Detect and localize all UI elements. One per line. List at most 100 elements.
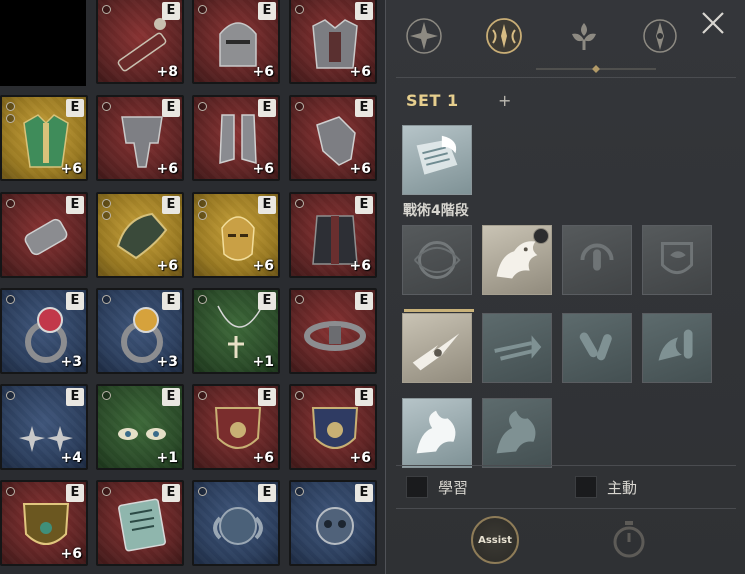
close-icon[interactable] — [698, 8, 728, 38]
socket-dot — [198, 487, 207, 496]
equipped-badge: E — [66, 99, 84, 117]
equipment-slot[interactable]: E — [96, 480, 184, 566]
skill-slot[interactable] — [482, 398, 552, 468]
equipped-badge: E — [355, 2, 373, 20]
equipment-slot[interactable]: E +1 — [96, 384, 184, 470]
inventory-grid: E +8 E +6 E +6 E +6 E +6 E +6 E +6 E E +6 E +6 E +6 E +3 E +3 E +1… — [0, 0, 385, 574]
socket-dot — [6, 114, 15, 123]
socket-dot — [198, 199, 207, 208]
equipped-badge: E — [162, 2, 180, 20]
skill-slot-selected[interactable] — [482, 225, 552, 295]
skill-slot-selected[interactable] — [402, 398, 472, 468]
equipment-slot[interactable]: E +6 — [0, 480, 88, 566]
socket-dot — [102, 295, 111, 304]
equipped-badge: E — [66, 292, 84, 310]
enhance-level: +3 — [156, 354, 178, 370]
enhance-level: +6 — [349, 64, 371, 80]
skill-slot[interactable] — [402, 225, 472, 295]
equipped-badge: E — [355, 196, 373, 214]
equipped-badge: E — [66, 388, 84, 406]
skill-slot[interactable] — [562, 313, 632, 383]
equipment-slot[interactable]: E — [192, 480, 280, 566]
equipped-badge: E — [258, 2, 276, 20]
equipment-slot[interactable]: E +6 — [96, 192, 184, 278]
socket-dot — [295, 487, 304, 496]
skill-slot[interactable] — [642, 225, 712, 295]
equipment-slot[interactable]: E +6 — [289, 0, 377, 84]
add-set-button[interactable]: + — [498, 91, 511, 110]
learn-label: 學習 — [438, 479, 469, 497]
equipment-slot[interactable]: E +3 — [0, 288, 88, 374]
equipment-slot[interactable]: E +6 — [192, 384, 280, 470]
assist-button[interactable]: Assist — [471, 516, 519, 564]
enhance-level: +6 — [349, 258, 371, 274]
skill-slot[interactable] — [482, 313, 552, 383]
scroll-dragon-icon — [416, 135, 458, 175]
socket-dot — [198, 211, 207, 220]
equipment-slot[interactable]: E — [289, 480, 377, 566]
socket-dot — [102, 5, 111, 14]
enhance-level: +4 — [60, 450, 82, 466]
equipment-slot[interactable]: E +6 — [0, 95, 88, 181]
bullet-swirl-icon — [580, 243, 614, 271]
equipment-slot[interactable]: E +6 — [192, 0, 280, 84]
skill-panel: SET 1 + 戰術4階段 學習 主動 Assist — [385, 0, 745, 574]
equipment-slot[interactable]: E +4 — [0, 384, 88, 470]
selected-indicator — [404, 309, 474, 312]
set-title[interactable]: SET 1 — [406, 91, 459, 110]
socket-dot — [6, 487, 15, 496]
lightning-eye-icon — [412, 333, 460, 371]
ornament-divider — [536, 65, 656, 73]
twin-bullets-icon — [579, 332, 612, 361]
socket-dot — [295, 391, 304, 400]
socket-dot — [102, 102, 111, 111]
equipment-slot[interactable]: E +8 — [96, 0, 184, 84]
equipment-slot[interactable]: E +6 — [192, 192, 280, 278]
socket-dot — [6, 391, 15, 400]
enhance-level: +1 — [252, 354, 274, 370]
stopwatch-icon[interactable] — [611, 519, 647, 559]
equipped-badge: E — [355, 388, 373, 406]
stage-label: 戰術4階段 — [403, 203, 469, 219]
set-skill-slot[interactable] — [402, 125, 472, 195]
skill-slot[interactable] — [642, 313, 712, 383]
equipment-slot[interactable]: E +1 — [192, 288, 280, 374]
compass-star-icon[interactable] — [402, 14, 446, 58]
enhance-level: +6 — [156, 161, 178, 177]
equipment-slot[interactable]: E +3 — [96, 288, 184, 374]
equipped-badge: E — [258, 99, 276, 117]
fleur-ornament-icon[interactable] — [562, 14, 606, 58]
winged-dragon-dim-icon — [496, 410, 536, 454]
equipment-slot[interactable]: E +6 — [289, 192, 377, 278]
equipment-slot[interactable]: E — [0, 192, 88, 278]
equipped-badge: E — [162, 388, 180, 406]
equipped-badge: E — [258, 196, 276, 214]
options-divider — [396, 465, 736, 466]
winged-dragon-icon — [416, 410, 456, 454]
enhance-level: +6 — [349, 161, 371, 177]
equipment-slot[interactable]: E +6 — [192, 95, 280, 181]
active-checkbox[interactable] — [575, 476, 597, 498]
enhance-level: +8 — [156, 64, 178, 80]
enhance-level: +6 — [349, 450, 371, 466]
equipped-badge: E — [355, 99, 373, 117]
socket-dot — [102, 487, 111, 496]
skill-slot-selected[interactable] — [402, 313, 472, 383]
equipment-slot[interactable]: E — [289, 288, 377, 374]
equipped-badge: E — [355, 292, 373, 310]
socket-dot — [295, 199, 304, 208]
equipment-slot[interactable]: E +6 — [289, 95, 377, 181]
equipment-slot[interactable]: E +6 — [289, 384, 377, 470]
skill-slot[interactable] — [562, 225, 632, 295]
equipped-badge: E — [162, 484, 180, 502]
socket-dot — [6, 102, 15, 111]
dragon-shield-icon — [660, 242, 694, 275]
equipment-slot[interactable]: E +6 — [96, 95, 184, 181]
winged-emblem-icon[interactable] — [482, 14, 526, 58]
socket-dot — [198, 102, 207, 111]
socket-dot — [102, 199, 111, 208]
compass-needle-icon[interactable] — [638, 14, 682, 58]
assist-label: Assist — [478, 534, 512, 546]
learn-checkbox[interactable] — [406, 476, 428, 498]
socket-dot — [6, 199, 15, 208]
